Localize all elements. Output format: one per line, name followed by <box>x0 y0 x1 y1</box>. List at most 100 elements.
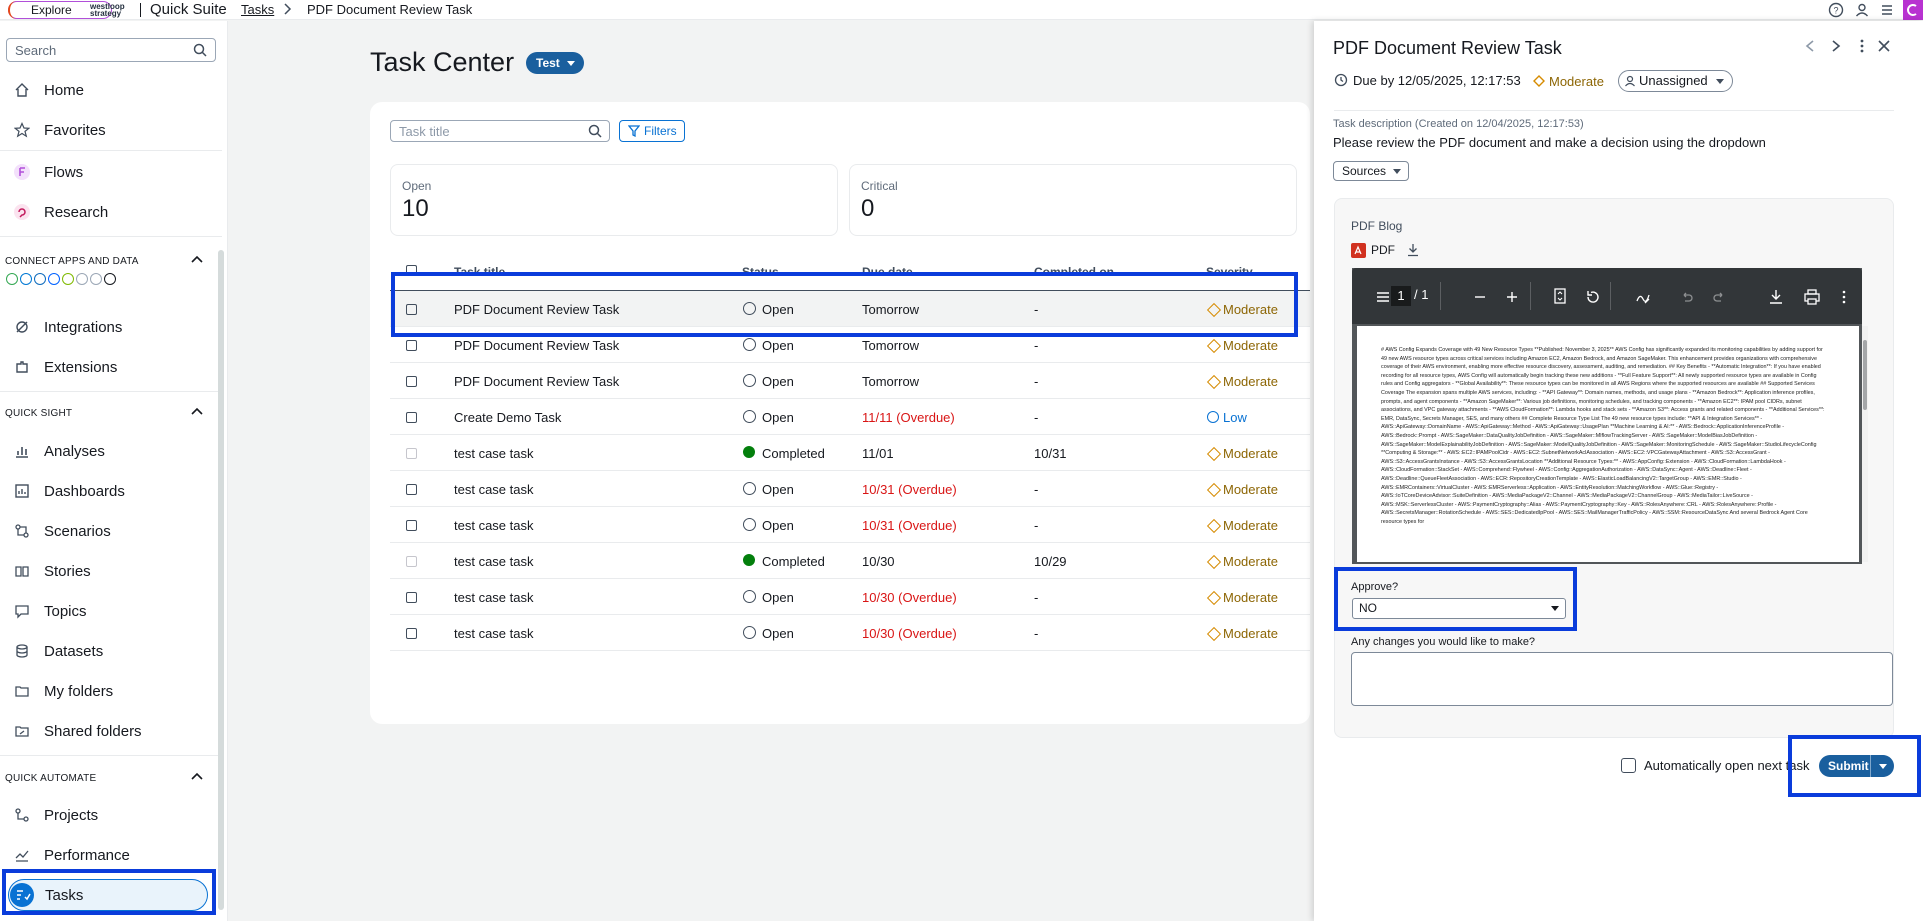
sources-dropdown[interactable]: Sources <box>1333 161 1410 181</box>
stories-icon <box>15 566 29 577</box>
sidebar-item-label: Shared folders <box>44 722 142 740</box>
sidebar-search-input[interactable]: Search <box>6 38 216 62</box>
task-title-cell[interactable]: test case task <box>454 626 533 641</box>
sidebar-item-research[interactable]: Research <box>14 199 108 225</box>
task-title-cell[interactable]: test case task <box>454 590 533 605</box>
task-title-cell[interactable]: test case task <box>454 518 533 533</box>
environment-dropdown[interactable]: Test <box>526 52 584 74</box>
pdf-page-input[interactable]: 1 <box>1391 286 1411 306</box>
table-row[interactable]: PDF Document Review Task Open Tomorrow - Mod… <box>390 363 1310 399</box>
pdf-download-icon[interactable] <box>1768 289 1784 305</box>
sidebar-item-label: Scenarios <box>44 522 111 540</box>
row-checkbox[interactable] <box>406 520 417 531</box>
sidebar-item-shared-folders[interactable]: Shared folders <box>14 718 142 744</box>
completed-on-cell: 10/31 <box>1034 446 1067 461</box>
annotate-icon[interactable] <box>1635 289 1651 305</box>
assistant-avatar[interactable] <box>1903 0 1923 20</box>
table-row[interactable]: test case task Completed 11/01 10/31 Moderat… <box>390 435 1310 471</box>
changes-textarea[interactable] <box>1351 652 1893 706</box>
sidebar-item-analyses[interactable]: Analyses <box>14 438 105 464</box>
row-checkbox[interactable] <box>406 556 417 567</box>
highlight-box-approve <box>1334 567 1577 631</box>
table-row[interactable]: test case task Completed 10/30 10/29 Moderat… <box>390 543 1310 579</box>
chevron-up-icon[interactable] <box>190 254 204 264</box>
sidebar-item-flows[interactable]: Flows <box>14 159 83 185</box>
pdf-toolbar <box>1352 268 1862 324</box>
download-icon[interactable] <box>1406 243 1420 257</box>
task-title-cell[interactable]: test case task <box>454 482 533 497</box>
help-icon[interactable]: ? <box>1827 1 1845 19</box>
sidebar-item-scenarios[interactable]: Scenarios <box>14 518 111 544</box>
undo-icon[interactable] <box>1680 290 1694 304</box>
breadcrumb-tasks[interactable]: Tasks <box>241 0 274 20</box>
sidebar-item-topics[interactable]: Topics <box>14 598 87 624</box>
home-icon <box>15 83 29 97</box>
task-title-cell[interactable]: test case task <box>454 446 533 461</box>
sidebar-item-integrations[interactable]: Integrations <box>14 314 122 340</box>
user-icon[interactable] <box>1853 1 1871 19</box>
redo-icon[interactable] <box>1712 290 1726 304</box>
close-icon[interactable] <box>1876 38 1892 54</box>
row-checkbox[interactable] <box>406 592 417 603</box>
task-title-cell[interactable]: PDF Document Review Task <box>454 338 619 353</box>
sidebar-item-datasets[interactable]: Datasets <box>14 638 103 664</box>
sidebar-item-label: Home <box>44 81 85 99</box>
row-checkbox[interactable] <box>406 412 417 423</box>
row-checkbox[interactable] <box>406 628 417 639</box>
sidebar-item-my-folders[interactable]: My folders <box>14 678 113 704</box>
pdf-scrollbar[interactable] <box>1862 326 1868 562</box>
pdf-file-link[interactable]: PDF <box>1351 243 1395 257</box>
menu-icon[interactable] <box>1878 1 1896 19</box>
sidebar-item-dashboards[interactable]: Dashboards <box>14 478 125 504</box>
chevron-up-icon[interactable] <box>190 771 204 781</box>
row-checkbox[interactable] <box>406 448 417 459</box>
row-checkbox[interactable] <box>406 376 417 387</box>
next-icon[interactable] <box>1829 38 1843 54</box>
sidebar-item-label: Datasets <box>44 642 104 660</box>
pdf-more-icon[interactable] <box>1840 289 1848 305</box>
page-title: Task Center <box>370 47 515 77</box>
sidebar-item-extensions[interactable]: Extensions <box>14 354 117 380</box>
task-search-input[interactable]: Task title <box>390 120 610 142</box>
fit-page-icon[interactable] <box>1553 288 1567 304</box>
description-header: Task description (Created on 12/04/2025,… <box>1333 118 1584 130</box>
extensions-icon <box>16 361 28 373</box>
sidebar-scrollbar[interactable] <box>218 250 224 910</box>
sidebar-item-label: Flows <box>44 163 84 181</box>
sidebar-item-performance[interactable]: Performance <box>14 842 130 868</box>
sidebar-toggle-icon[interactable] <box>1376 290 1390 304</box>
previous-icon[interactable] <box>1803 38 1817 54</box>
sidebar-item-label: Projects <box>44 806 99 824</box>
rotate-icon[interactable] <box>1585 289 1601 305</box>
row-checkbox[interactable] <box>406 340 417 351</box>
app-name: Quick Suite <box>150 1 227 18</box>
zoom-out-icon[interactable] <box>1473 290 1487 304</box>
completed-on-cell: - <box>1034 410 1039 425</box>
status-cell: Open <box>743 482 794 497</box>
task-title-cell[interactable]: test case task <box>454 554 533 569</box>
table-row[interactable]: test case task Open 10/31 (Overdue) - Modera… <box>390 507 1310 543</box>
table-row[interactable]: test case task Open 10/31 (Overdue) - Modera… <box>390 471 1310 507</box>
severity-cell: Moderate <box>1207 590 1278 605</box>
divider <box>0 755 222 756</box>
status-cell: Open <box>743 590 794 605</box>
divider <box>0 150 222 151</box>
table-row[interactable]: test case task Open 10/30 (Overdue) - Modera… <box>390 615 1310 651</box>
more-options-icon[interactable] <box>1855 38 1869 54</box>
sidebar-item-favorites[interactable]: Favorites <box>14 117 106 143</box>
table-row[interactable]: test case task Open 10/30 (Overdue) - Modera… <box>390 579 1310 615</box>
folder-icon <box>15 686 29 697</box>
zoom-in-icon[interactable] <box>1505 290 1519 304</box>
print-icon[interactable] <box>1804 289 1820 305</box>
sidebar-item-projects[interactable]: Projects <box>14 802 98 828</box>
sidebar-item-home[interactable]: Home <box>14 77 84 103</box>
row-checkbox[interactable] <box>406 484 417 495</box>
task-title-cell[interactable]: Create Demo Task <box>454 410 561 425</box>
app-icon <box>20 273 32 285</box>
sidebar-item-stories[interactable]: Stories <box>14 558 91 584</box>
auto-open-checkbox[interactable] <box>1621 758 1636 773</box>
topics-icon <box>15 605 29 619</box>
table-row[interactable]: Create Demo Task Open 11/11 (Overdue) - Low <box>390 399 1310 435</box>
task-title-cell[interactable]: PDF Document Review Task <box>454 374 619 389</box>
chevron-up-icon[interactable] <box>190 406 204 416</box>
